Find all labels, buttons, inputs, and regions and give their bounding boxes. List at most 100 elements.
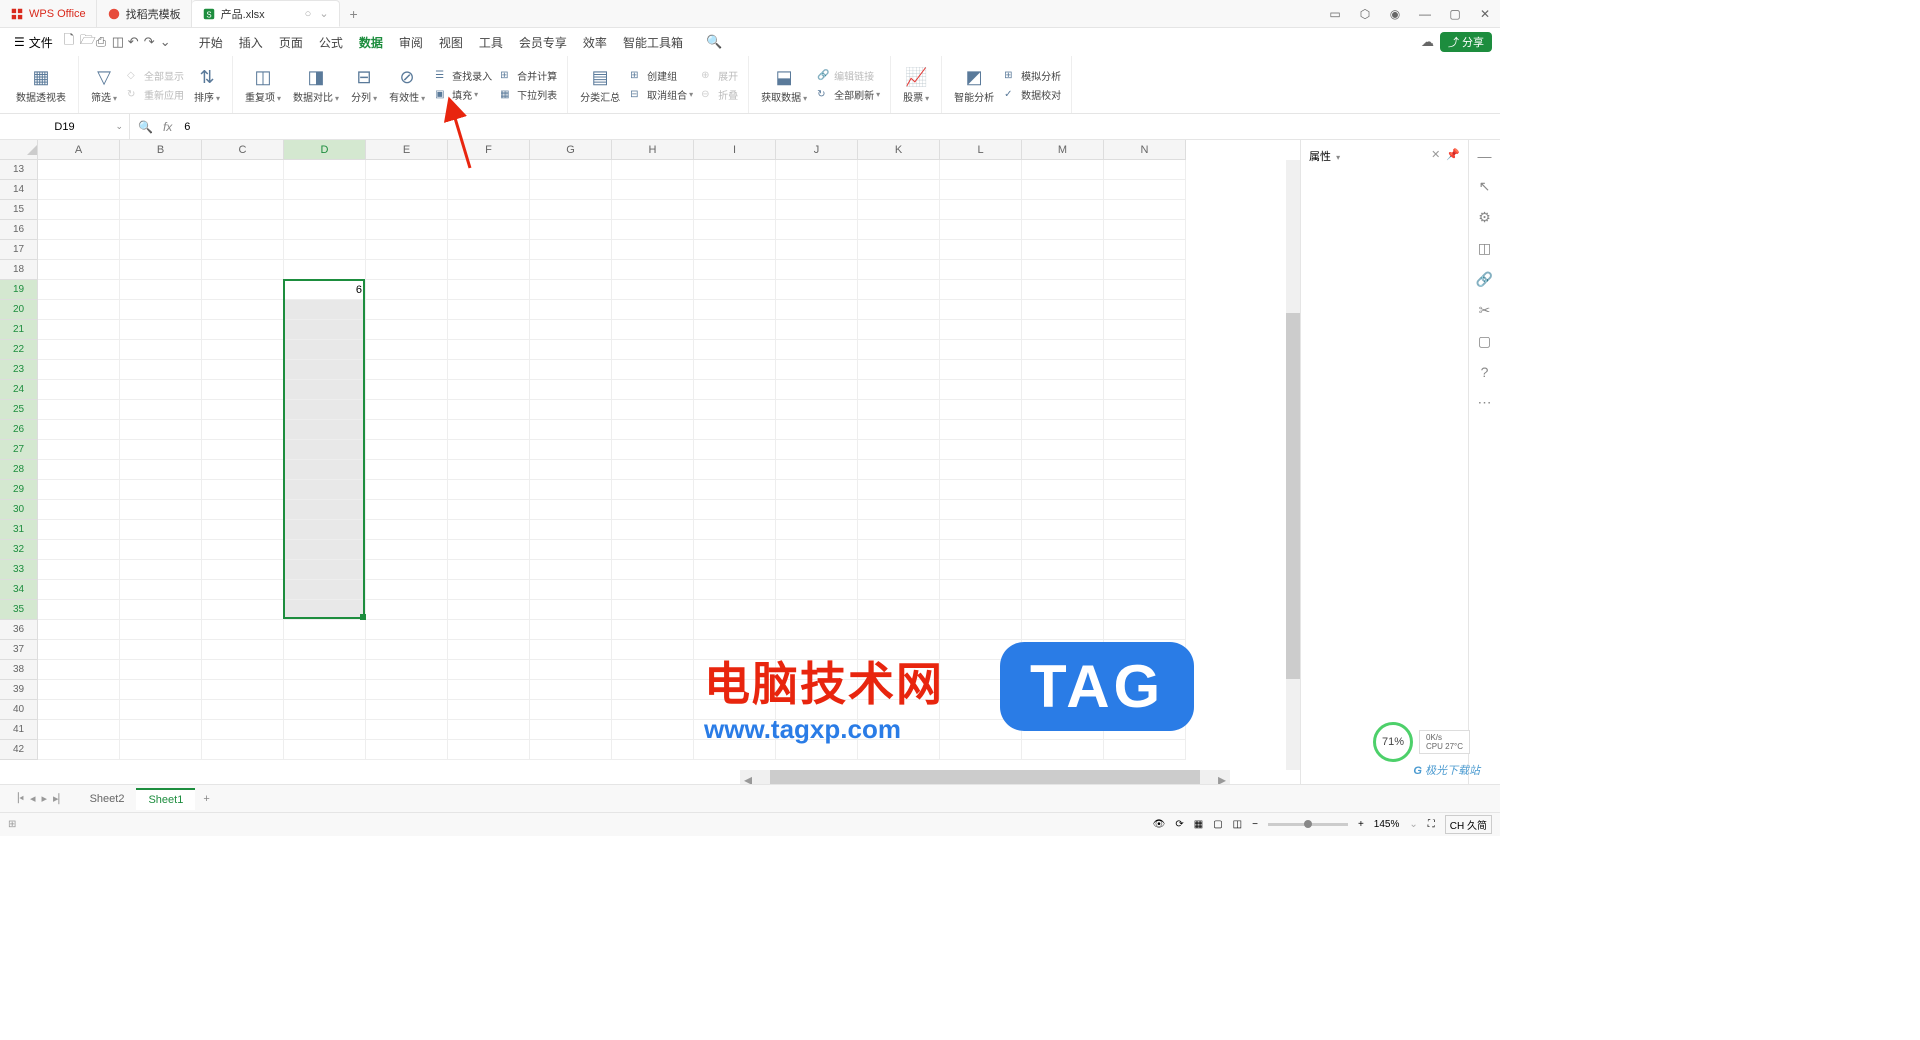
cell[interactable] bbox=[284, 400, 366, 420]
cell[interactable] bbox=[940, 180, 1022, 200]
cell[interactable] bbox=[366, 260, 448, 280]
cell[interactable] bbox=[694, 220, 776, 240]
cell[interactable] bbox=[284, 660, 366, 680]
row-header[interactable]: 34 bbox=[0, 580, 38, 600]
cell[interactable] bbox=[612, 580, 694, 600]
cell[interactable] bbox=[448, 220, 530, 240]
cell[interactable] bbox=[448, 360, 530, 380]
cell[interactable] bbox=[38, 380, 120, 400]
column-header[interactable]: I bbox=[694, 140, 776, 160]
cell[interactable] bbox=[448, 180, 530, 200]
column-header[interactable]: D bbox=[284, 140, 366, 160]
sort-button[interactable]: ⇅排序▾ bbox=[188, 56, 226, 113]
cell[interactable] bbox=[448, 380, 530, 400]
cell[interactable] bbox=[694, 440, 776, 460]
formula-input[interactable]: 6 bbox=[180, 121, 1500, 133]
cell[interactable] bbox=[612, 400, 694, 420]
cell[interactable] bbox=[366, 440, 448, 460]
column-header[interactable]: C bbox=[202, 140, 284, 160]
cell[interactable] bbox=[366, 520, 448, 540]
cell[interactable] bbox=[530, 340, 612, 360]
column-header[interactable]: L bbox=[940, 140, 1022, 160]
sheet-tab-sheet2[interactable]: Sheet2 bbox=[78, 789, 137, 809]
cell[interactable] bbox=[120, 700, 202, 720]
cell[interactable] bbox=[858, 400, 940, 420]
cell[interactable] bbox=[202, 320, 284, 340]
cell[interactable] bbox=[284, 420, 366, 440]
cell[interactable] bbox=[366, 680, 448, 700]
cell[interactable] bbox=[120, 500, 202, 520]
cell[interactable] bbox=[1022, 260, 1104, 280]
layers-icon[interactable]: ◫ bbox=[1478, 240, 1491, 257]
cell[interactable] bbox=[448, 620, 530, 640]
cell[interactable] bbox=[284, 220, 366, 240]
row-header[interactable]: 26 bbox=[0, 420, 38, 440]
cell[interactable] bbox=[776, 180, 858, 200]
cell[interactable] bbox=[858, 220, 940, 240]
column-header[interactable]: M bbox=[1022, 140, 1104, 160]
cell[interactable] bbox=[776, 420, 858, 440]
cell[interactable] bbox=[366, 220, 448, 240]
cell[interactable] bbox=[284, 300, 366, 320]
cell[interactable] bbox=[776, 320, 858, 340]
cell[interactable] bbox=[1104, 740, 1186, 760]
cell[interactable] bbox=[202, 300, 284, 320]
cell[interactable] bbox=[366, 500, 448, 520]
cell[interactable] bbox=[858, 320, 940, 340]
cell[interactable] bbox=[1104, 620, 1186, 640]
cell[interactable] bbox=[202, 340, 284, 360]
status-indicator-icon[interactable]: ⊞ bbox=[8, 819, 16, 830]
cell[interactable] bbox=[530, 240, 612, 260]
cell[interactable] bbox=[120, 640, 202, 660]
cell[interactable] bbox=[776, 240, 858, 260]
cell[interactable] bbox=[1104, 180, 1186, 200]
cell[interactable] bbox=[202, 680, 284, 700]
cell[interactable] bbox=[612, 740, 694, 760]
cell[interactable] bbox=[530, 520, 612, 540]
cell[interactable] bbox=[694, 280, 776, 300]
cell[interactable] bbox=[366, 360, 448, 380]
cell[interactable] bbox=[38, 460, 120, 480]
cell[interactable] bbox=[1104, 160, 1186, 180]
cell[interactable] bbox=[1104, 300, 1186, 320]
cell[interactable] bbox=[940, 540, 1022, 560]
cell[interactable] bbox=[366, 300, 448, 320]
cell[interactable] bbox=[120, 240, 202, 260]
tab-overflow-icon[interactable]: ○ bbox=[305, 8, 312, 20]
menu-efficiency[interactable]: 效率 bbox=[575, 34, 615, 51]
cell[interactable] bbox=[284, 680, 366, 700]
cell[interactable] bbox=[448, 240, 530, 260]
row-header[interactable]: 38 bbox=[0, 660, 38, 680]
name-dropdown-icon[interactable]: ⌄ bbox=[115, 121, 123, 132]
cell[interactable] bbox=[366, 640, 448, 660]
cell[interactable] bbox=[38, 720, 120, 740]
cell[interactable] bbox=[120, 320, 202, 340]
cell[interactable] bbox=[284, 180, 366, 200]
zoom-in-button[interactable]: + bbox=[1358, 819, 1364, 830]
cell[interactable] bbox=[858, 560, 940, 580]
cell[interactable] bbox=[38, 580, 120, 600]
cell[interactable] bbox=[120, 420, 202, 440]
pin-icon[interactable]: 📌 bbox=[1446, 148, 1460, 161]
settings-icon[interactable]: ⚙ bbox=[1478, 209, 1491, 226]
cell[interactable] bbox=[1022, 460, 1104, 480]
cell[interactable] bbox=[776, 440, 858, 460]
cell[interactable] bbox=[120, 260, 202, 280]
cell[interactable] bbox=[612, 260, 694, 280]
row-header[interactable]: 37 bbox=[0, 640, 38, 660]
cell[interactable] bbox=[448, 700, 530, 720]
cell[interactable] bbox=[366, 280, 448, 300]
search-icon[interactable]: 🔍 bbox=[701, 34, 717, 50]
share-button[interactable]: ⤴ 分享 bbox=[1440, 32, 1492, 52]
cell[interactable] bbox=[940, 520, 1022, 540]
cell[interactable] bbox=[38, 300, 120, 320]
cell[interactable] bbox=[366, 740, 448, 760]
cell[interactable] bbox=[120, 540, 202, 560]
cell[interactable] bbox=[1104, 480, 1186, 500]
cell[interactable] bbox=[776, 280, 858, 300]
cell[interactable] bbox=[1104, 280, 1186, 300]
row-header[interactable]: 19 bbox=[0, 280, 38, 300]
cell[interactable] bbox=[366, 420, 448, 440]
menu-view[interactable]: 视图 bbox=[431, 34, 471, 51]
cell[interactable] bbox=[530, 580, 612, 600]
